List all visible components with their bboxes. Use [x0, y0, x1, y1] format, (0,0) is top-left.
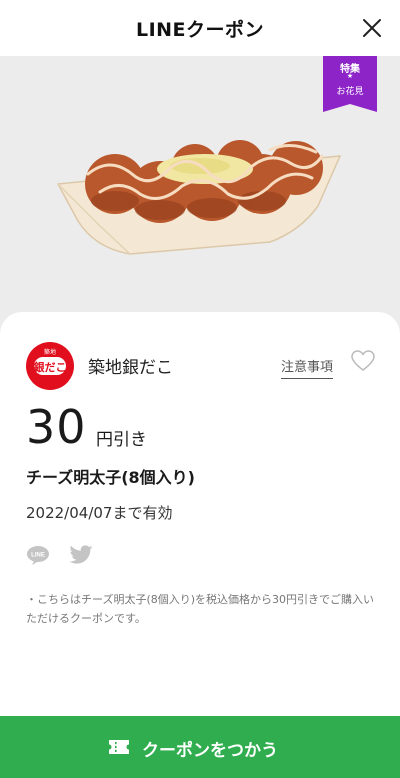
product-image: 特集 ★ お花見	[0, 56, 400, 336]
brand-logo-text: 銀だこ	[33, 361, 67, 374]
product-name: チーズ明太子(8個入り)	[26, 468, 195, 487]
close-icon[interactable]	[360, 16, 384, 40]
brand-logo: 築地 銀だこ	[26, 342, 74, 390]
badge-sublabel: お花見	[336, 87, 364, 97]
featured-badge-text: 特集 ★ お花見	[323, 56, 377, 112]
discount-amount: 30	[26, 400, 87, 454]
coupon-card: 築地 銀だこ 築地銀だこ 注意事項 30 円引き チーズ明太子(8個入り) 20…	[0, 312, 400, 778]
ticket-icon	[109, 740, 129, 754]
star-icon: ★	[346, 72, 354, 80]
coupon-description: ・こちらはチーズ明太子(8個入り)を税込価格から30円引きでご購入いただけるクー…	[26, 593, 375, 625]
valid-until: 2022/04/07まで有効	[26, 504, 173, 522]
twitter-icon[interactable]	[70, 545, 94, 565]
heart-icon[interactable]	[350, 349, 376, 373]
use-coupon-button[interactable]: クーポンをつかう	[0, 716, 400, 778]
header-title: LINEクーポン	[135, 19, 265, 41]
brand-name: 築地銀だこ	[88, 358, 173, 378]
svg-text:LINE: LINE	[31, 553, 45, 559]
discount-unit: 円引き	[96, 430, 147, 450]
line-icon[interactable]: LINE	[26, 545, 50, 565]
use-coupon-label: クーポンをつかう	[142, 741, 278, 761]
brand-logo-top: 築地	[43, 349, 56, 356]
notes-link[interactable]: 注意事項	[281, 356, 334, 379]
header: LINEクーポン	[0, 0, 400, 56]
